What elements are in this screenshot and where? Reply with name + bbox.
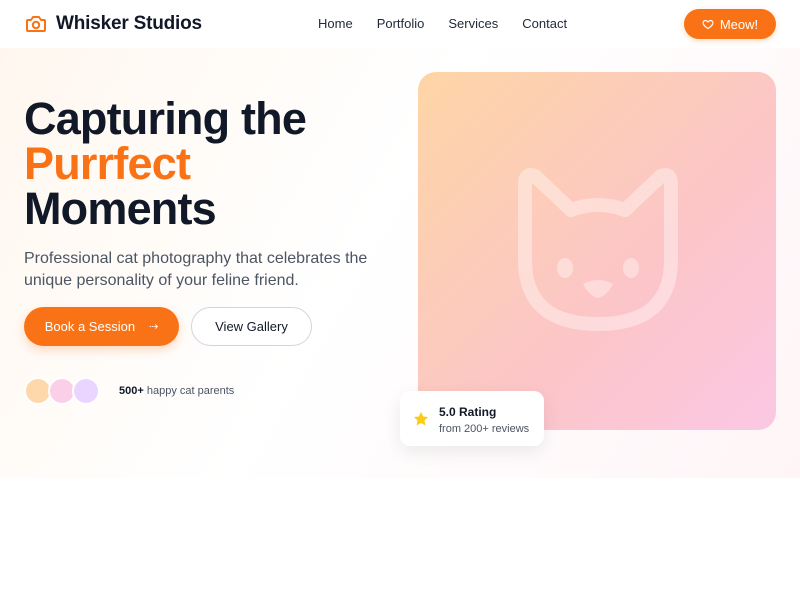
social-proof-count: 500+ — [119, 385, 144, 397]
social-proof-text: happy cat parents — [146, 385, 235, 397]
headline-line-3: Moments — [24, 183, 217, 234]
headline-line-1: Capturing the — [24, 93, 307, 144]
heart-icon — [702, 19, 714, 30]
brand[interactable]: Whisker Studios — [24, 12, 202, 36]
book-session-button[interactable]: Book a Session ⇢ — [24, 307, 179, 346]
nav-item-services[interactable]: Services — [448, 16, 498, 31]
avatar-group — [24, 377, 104, 405]
main-nav: Home Portfolio Services Contact — [318, 16, 567, 31]
headline-accent: Purrfect — [24, 138, 191, 189]
nav-item-contact[interactable]: Contact — [522, 16, 567, 31]
meow-button[interactable]: Meow! — [684, 9, 776, 39]
site-header: Whisker Studios Home Portfolio Services … — [0, 0, 800, 48]
avatar — [72, 377, 100, 405]
view-gallery-label: View Gallery — [215, 319, 288, 334]
star-icon — [413, 411, 429, 426]
camera-icon — [26, 16, 46, 32]
view-gallery-button[interactable]: View Gallery — [191, 307, 312, 346]
rating-subtitle: from 200+ reviews — [439, 423, 530, 435]
hero-subtitle: Professional cat photography that celebr… — [24, 250, 368, 289]
hero-headline: Capturing the Purrfect Moments — [24, 93, 307, 234]
cat-face-icon — [518, 168, 678, 331]
rating-title: 5.0 Rating — [439, 405, 497, 419]
arrow-right-icon: ⇢ — [149, 321, 159, 333]
nav-item-home[interactable]: Home — [318, 16, 353, 31]
meow-button-label: Meow! — [719, 16, 759, 32]
brand-name: Whisker Studios — [56, 13, 202, 34]
rating-card: 5.0 Rating from 200+ reviews — [400, 391, 544, 446]
book-session-label: Book a Session — [44, 319, 136, 334]
nav-item-portfolio[interactable]: Portfolio — [377, 16, 425, 31]
hero-image-card — [418, 72, 776, 430]
social-proof: 500+ happy cat parents — [119, 385, 234, 397]
